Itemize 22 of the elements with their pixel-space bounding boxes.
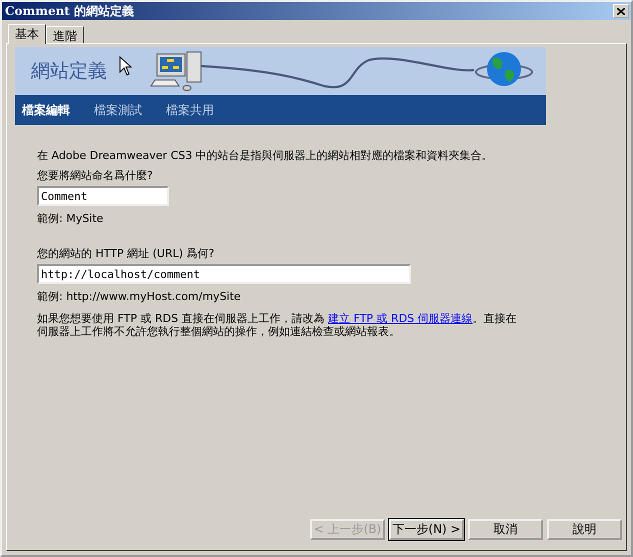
step-tab[interactable]: 檔案共用 (166, 102, 214, 118)
step-tab[interactable]: 檔案測試 (94, 102, 142, 118)
close-icon (617, 8, 625, 14)
example-text: 範例: MySite (37, 211, 104, 226)
cursor-icon (119, 56, 132, 76)
ftp-link[interactable]: 建立 FTP 或 RDS 伺服器連線 (328, 312, 473, 325)
input-field[interactable]: http://localhost/comment (37, 264, 411, 284)
field-label: 您要將網站命名爲什麼? (37, 168, 154, 183)
note-text: 如果您想要使用 FTP 或 RDS 直接在伺服器上工作，請改為 建立 FTP 或 RDS 伺服器連線。直接在伺服器上工作將不允許您執行整個網站的操作，例如連結檢查或網站報表。 (37, 312, 517, 338)
step-tab[interactable]: 檔案編輯 (22, 102, 70, 118)
window-title: Comment 的網站定義 (5, 2, 134, 20)
tab[interactable]: 進階 (46, 26, 84, 44)
close-button[interactable] (613, 4, 629, 18)
dialog-button[interactable]: 說明 (547, 519, 622, 540)
example-text: 範例: http://www.myHost.com/mySite (37, 289, 242, 304)
banner-title: 網站定義 (31, 59, 107, 84)
field-label: 您的網站的 HTTP 網址 (URL) 爲何? (37, 246, 216, 261)
intro-text: 在 Adobe Dreamweaver CS3 中的站台是指與伺服器上的網站相對應的檔案和資料夾集合。 (37, 149, 494, 162)
input-field[interactable]: Comment (37, 186, 169, 206)
dialog-button[interactable]: 取消 (468, 519, 543, 540)
tab[interactable]: 基本 (8, 24, 46, 44)
dialog-button[interactable]: 下一步(N) > (389, 519, 464, 540)
